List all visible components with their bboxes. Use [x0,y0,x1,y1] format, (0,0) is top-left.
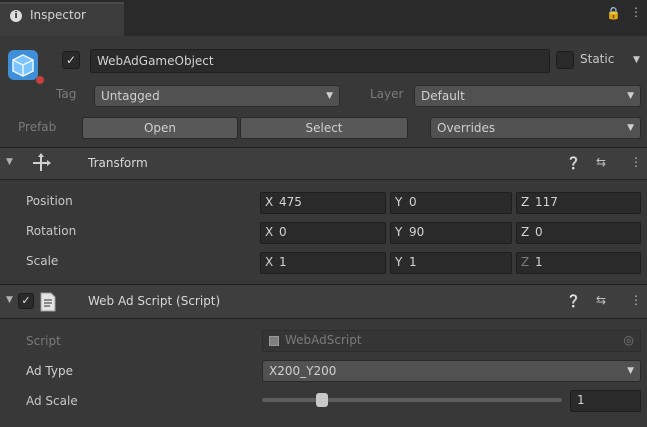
ad-scale-input[interactable]: 1 [570,390,641,412]
help-icon[interactable]: ❔ [566,156,581,170]
script-value: WebAdScript [285,333,362,347]
select-button[interactable]: Select [240,117,408,139]
foldout-arrow-icon[interactable]: ▼ [6,295,13,305]
static-label: Static [580,52,615,66]
axis-z-label: Z [521,195,530,209]
axis-x-label: X [265,255,274,269]
rotation-y-value: 90 [409,225,425,239]
ad-scale-slider-thumb[interactable] [316,393,328,407]
enabled-checkbox[interactable]: ✓ [18,293,34,309]
kebab-icon[interactable]: ⋮ [630,155,642,169]
tag-value: Untagged [101,89,160,103]
position-z-field[interactable]: Z 117 [516,192,641,214]
kebab-icon[interactable]: ⋮ [630,293,642,307]
static-checkbox[interactable] [556,51,574,69]
lock-icon[interactable]: 🔒 [606,6,621,20]
layer-dropdown[interactable]: Default ▼ [414,85,641,107]
layer-label: Layer [370,87,404,101]
chevron-down-icon: ▼ [627,123,634,133]
tag-label: Tag [56,87,77,101]
script-component-title: Web Ad Script (Script) [88,294,221,308]
script-file-icon [40,292,56,315]
axis-x-label: X [265,195,274,209]
gameobject-icon [8,50,38,80]
cs-script-icon [269,336,279,346]
position-y-field[interactable]: Y0 [390,192,512,214]
transform-header[interactable]: ▼ Transform ❔ ⇆ ⋮ [0,148,647,180]
prefab-label: Prefab [18,120,57,134]
script-label: Script [26,334,61,348]
script-component-header[interactable]: ▼ ✓ Web Ad Script (Script) ❔ ⇆ ⋮ [0,285,647,319]
chevron-down-icon: ▼ [627,366,634,376]
prefab-dot-icon [36,76,44,84]
transform-row-rotation: Rotation X0 Y 90 Z0 [0,220,647,246]
info-icon: i [10,10,22,22]
ad-type-dropdown[interactable]: X200_Y200 ▼ [262,360,641,382]
axis-x-label: X [265,225,274,239]
position-y-value: 0 [409,195,417,209]
rotation-x-value: 0 [279,225,287,239]
presets-icon[interactable]: ⇆ [596,293,606,307]
layer-value: Default [421,89,465,103]
scale-x-field[interactable]: X1 [260,252,386,274]
static-dropdown-icon[interactable]: ▼ [633,55,640,65]
rotation-z-value: 0 [535,225,543,239]
transform-row-scale: Scale X1 Y1 Z1 [0,250,647,276]
transform-title: Transform [88,156,148,170]
tag-dropdown[interactable]: Untagged ▼ [94,85,340,107]
foldout-arrow-icon[interactable]: ▼ [6,157,13,167]
transform-icon [30,152,52,177]
active-checkbox[interactable]: ✓ [62,51,80,69]
rotation-y-field[interactable]: Y 90 [390,222,512,244]
open-button[interactable]: Open [82,117,238,139]
object-picker-icon: ◎ [623,333,634,347]
transform-row-position: Position X 475 Y0 Z 117 [0,190,647,216]
rotation-z-field[interactable]: Z0 [516,222,641,244]
axis-y-label: Y [395,255,403,269]
position-x-value: 475 [279,195,302,209]
scale-x-value: 1 [279,255,287,269]
ad-scale-value: 1 [577,393,585,407]
help-icon[interactable]: ❔ [566,294,581,308]
scale-z-value: 1 [535,255,543,269]
chevron-down-icon: ▼ [627,91,634,101]
axis-z-label: Z [521,255,530,269]
position-label: Position [26,194,73,208]
kebab-icon[interactable]: ⋮ [630,5,642,19]
overrides-dropdown[interactable]: Overrides ▼ [430,117,641,139]
ad-scale-slider-track[interactable] [262,398,562,402]
object-name: WebAdGameObject [97,54,214,68]
rotation-label: Rotation [26,224,77,238]
scale-y-value: 1 [409,255,417,269]
scale-y-field[interactable]: Y1 [390,252,512,274]
axis-z-label: Z [521,225,530,239]
presets-icon[interactable]: ⇆ [596,155,606,169]
script-object-field: WebAdScript ◎ [262,330,641,352]
ad-type-value: X200_Y200 [269,364,337,378]
position-z-value: 117 [535,195,558,209]
inspector-tab[interactable]: i Inspector [0,2,124,36]
scale-z-field[interactable]: Z1 [516,252,641,274]
scale-label: Scale [26,254,59,268]
ad-type-label: Ad Type [26,364,73,378]
chevron-down-icon: ▼ [326,91,333,101]
position-x-field[interactable]: X 475 [260,192,386,214]
object-name-field[interactable]: WebAdGameObject [90,49,550,73]
ad-scale-label: Ad Scale [26,394,78,408]
tab-title: Inspector [30,8,86,22]
overrides-label: Overrides [437,121,496,135]
axis-y-label: Y [395,195,403,209]
axis-y-label: Y [395,225,403,239]
rotation-x-field[interactable]: X0 [260,222,386,244]
